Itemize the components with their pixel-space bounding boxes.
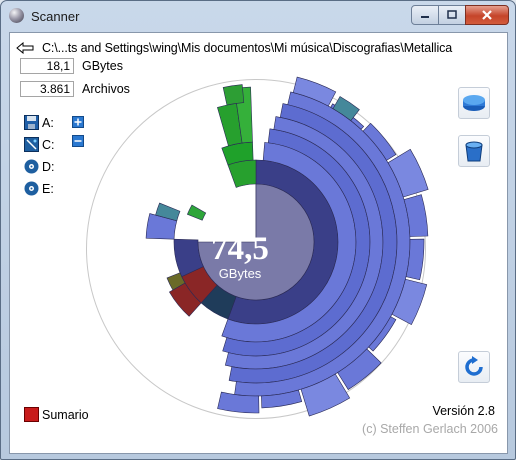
ring1-folder[interactable]: [227, 159, 257, 188]
version-label: Versión 2.8: [432, 404, 495, 418]
drive-label: A:: [42, 115, 54, 130]
maximize-button[interactable]: [438, 5, 466, 25]
refresh-button[interactable]: [458, 351, 490, 383]
trash-button[interactable]: [458, 135, 490, 167]
floppy-icon: [24, 115, 39, 130]
drive-c[interactable]: C:: [24, 137, 55, 152]
green-folder[interactable]: [222, 84, 245, 106]
cd-icon: [24, 159, 39, 174]
minimize-button[interactable]: [411, 5, 439, 25]
minus-icon[interactable]: [72, 135, 84, 147]
minimize-icon: [421, 16, 429, 18]
drive-label: E:: [42, 181, 54, 196]
hard-drive-icon: [24, 137, 39, 152]
drive-label: C:: [42, 137, 55, 152]
drive-d[interactable]: D:: [24, 159, 55, 174]
center-total-value: 74,5: [211, 231, 269, 267]
maximize-icon: [447, 10, 457, 19]
center-total-unit: GBytes: [218, 266, 262, 281]
window-title: Scanner: [31, 9, 80, 24]
credit-label: (c) Steffen Gerlach 2006: [362, 422, 498, 436]
cd-icon: [24, 181, 39, 196]
close-icon: [482, 10, 492, 20]
title-bar[interactable]: Scanner: [1, 1, 515, 31]
summary-label: Sumario: [42, 407, 89, 422]
summary-button[interactable]: Sumario: [24, 407, 89, 422]
close-button[interactable]: [465, 5, 509, 25]
drive-a[interactable]: A:: [24, 115, 54, 130]
scanner-window: Scanner C:\...ts and Settings\wing\Mis d…: [0, 0, 516, 460]
drive-label: D:: [42, 159, 55, 174]
summary-icon: [24, 407, 39, 422]
refresh-icon: [465, 356, 483, 376]
trash-bin-icon: [465, 141, 483, 162]
drive-stack-icon: [463, 95, 485, 111]
plus-icon[interactable]: [72, 116, 84, 128]
drive-stack-button[interactable]: [458, 87, 490, 119]
caption-buttons: [411, 5, 509, 25]
drive-e[interactable]: E:: [24, 181, 54, 196]
sphere-icon: [9, 8, 24, 23]
main-panel: C:\...ts and Settings\wing\Mis documento…: [9, 32, 508, 454]
left-folder[interactable]: [186, 204, 207, 221]
